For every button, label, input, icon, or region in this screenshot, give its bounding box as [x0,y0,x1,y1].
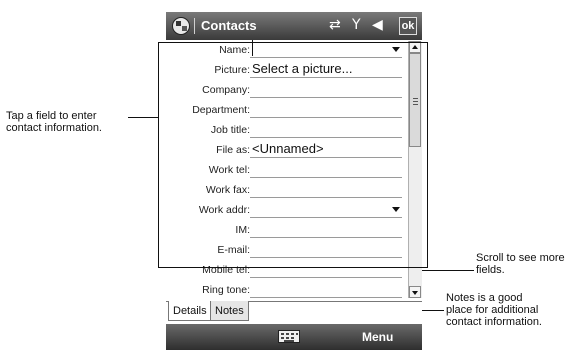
scroll-down-button[interactable] [409,286,421,298]
arrow-down-icon [412,291,418,295]
signal-icon[interactable]: Y [352,17,361,33]
app-title: Contacts [201,18,257,33]
ok-button[interactable]: ok [399,17,417,35]
tap-field-connector [158,42,159,118]
tab-strip: Details Notes [166,301,422,324]
ring-tone-field[interactable] [250,280,402,298]
title-bar: Contacts ⇄ Y ◀ ok [166,12,422,40]
tab-notes[interactable]: Notes [210,301,249,321]
tab-details[interactable]: Details [168,301,212,321]
scroll-callout: Scroll to see more fields. [476,252,565,276]
menu-bar: Menu [166,324,422,350]
title-separator [194,18,195,34]
fields-highlight-frame [158,42,428,268]
tap-field-callout: Tap a field to enter contact information… [6,110,102,134]
volume-icon[interactable]: ◀ [372,17,383,33]
start-icon[interactable] [172,17,190,35]
field-label: Ring tone: [202,284,250,296]
connectivity-icon[interactable]: ⇄ [329,17,341,33]
notes-callout: Notes is a good place for additional con… [446,292,542,328]
field-row-ring-tone[interactable]: Ring tone: [166,280,408,300]
menu-softkey[interactable]: Menu [362,330,393,344]
keyboard-icon[interactable] [278,330,300,343]
tap-field-callout-line [128,117,158,118]
scroll-callout-line [422,270,474,271]
